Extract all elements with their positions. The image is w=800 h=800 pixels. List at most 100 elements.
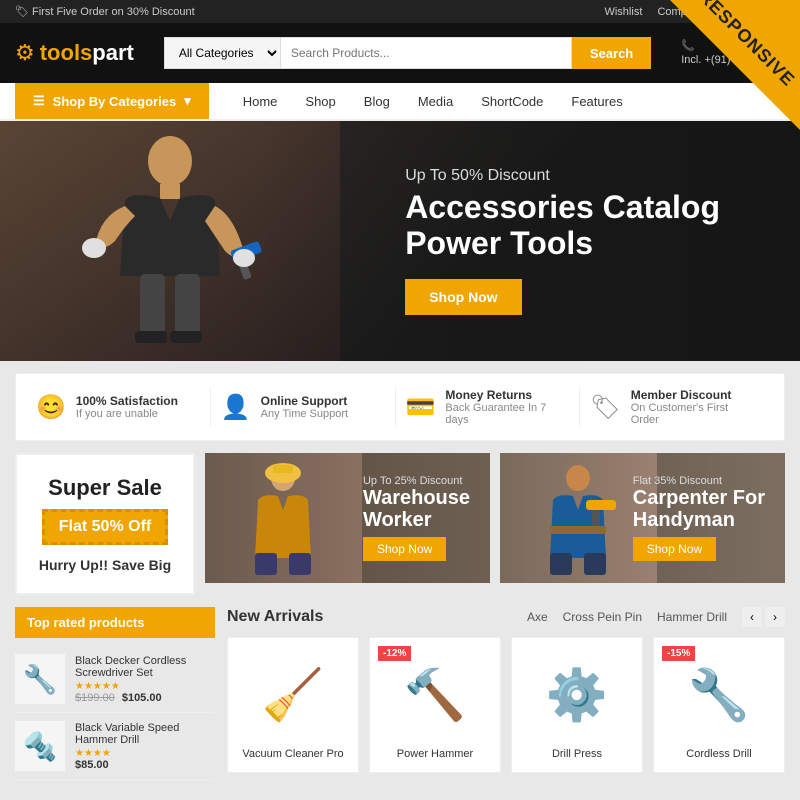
rated-item-1-img: 🔩 <box>15 721 65 771</box>
rated-item-1[interactable]: 🔩 Black Variable Speed Hammer Drill ★★★★… <box>15 713 215 780</box>
carpenter-banner-bg: Flat 35% Discount Carpenter For Handyman… <box>500 453 785 583</box>
product-1-name: Power Hammer <box>382 748 488 760</box>
rated-item-0[interactable]: 🔧 Black Decker Cordless Screwdriver Set … <box>15 646 215 713</box>
product-0-name: Vacuum Cleaner Pro <box>240 748 346 760</box>
rated-item-0-info: Black Decker Cordless Screwdriver Set ★★… <box>75 655 215 704</box>
chevron-down-icon: ▾ <box>184 93 191 109</box>
rated-item-1-name: Black Variable Speed Hammer Drill <box>75 722 215 746</box>
rated-item-0-new-price: $105.00 <box>122 692 162 704</box>
shop-by-cat-label: Shop By Categories <box>53 94 177 109</box>
feature-support-desc: Any Time Support <box>261 408 348 420</box>
cordless-drill-icon: 🔧 <box>688 666 750 725</box>
arrivals-next-button[interactable]: › <box>765 607 785 627</box>
hamburger-icon: ☰ <box>33 93 45 109</box>
top-rated-header: Top rated products <box>15 607 215 638</box>
rated-item-1-price: $85.00 <box>75 759 215 771</box>
nav-features[interactable]: Features <box>557 84 636 119</box>
sale-sub: Hurry Up!! Save Big <box>39 557 171 573</box>
top-rated-products: Top rated products 🔧 Black Decker Cordle… <box>15 607 215 780</box>
screwdriver-icon: 🔧 <box>23 663 58 696</box>
feature-discount-desc: On Customer's First Order <box>631 402 749 426</box>
warehouse-cta-button[interactable]: Shop Now <box>363 537 446 561</box>
product-0-img: 🧹 <box>240 650 346 740</box>
wishlist-link[interactable]: Wishlist <box>604 6 642 18</box>
hammer-drill-icon: 🔩 <box>23 730 58 763</box>
nav-media[interactable]: Media <box>404 84 467 119</box>
search-bar: All Categories Search <box>164 37 651 69</box>
rated-item-1-stars: ★★★★ <box>75 748 215 759</box>
super-sale-banner: Super Sale Flat 50% Off Hurry Up!! Save … <box>15 453 195 595</box>
product-3-name: Cordless Drill <box>666 748 772 760</box>
logo[interactable]: ⚙ toolspart <box>15 40 134 66</box>
hero-cta-button[interactable]: Shop Now <box>405 279 521 315</box>
rated-item-0-stars: ★★★★★ <box>75 681 215 692</box>
warehouse-subtitle: Up To 25% Discount <box>363 475 470 487</box>
feature-satisfaction-title: 100% Satisfaction <box>76 394 178 408</box>
feature-satisfaction: 😊 100% Satisfaction If you are unable <box>36 388 211 426</box>
feature-support-title: Online Support <box>261 394 348 408</box>
product-card-3[interactable]: -15% 🔧 Cordless Drill <box>653 637 785 773</box>
carpenter-worker-svg <box>528 458 628 583</box>
hero-title-line2: Power Tools <box>405 226 720 261</box>
warehouse-banner[interactable]: Up To 25% Discount Warehouse Worker Shop… <box>205 453 490 583</box>
sale-badge: Flat 50% Off <box>42 509 168 545</box>
tab-hammer-drill[interactable]: Hammer Drill <box>657 610 727 624</box>
tab-axe[interactable]: Axe <box>527 610 548 624</box>
shop-by-categories[interactable]: ☰ Shop By Categories ▾ <box>15 83 209 119</box>
rated-item-1-info: Black Variable Speed Hammer Drill ★★★★ $… <box>75 722 215 771</box>
rated-item-0-price: $199.00 $105.00 <box>75 692 215 704</box>
returns-icon: 💳 <box>406 393 436 422</box>
product-card-2[interactable]: ⚙️ Drill Press <box>511 637 643 773</box>
logo-text: toolspart <box>40 40 134 66</box>
carpenter-banner[interactable]: Flat 35% Discount Carpenter For Handyman… <box>500 453 785 583</box>
logo-tools: tools <box>40 40 93 65</box>
arrivals-tabs: Axe Cross Pein Pin Hammer Drill ‹ › <box>527 607 785 627</box>
product-1-img: 🔨 <box>382 650 488 740</box>
products-section: Top rated products 🔧 Black Decker Cordle… <box>0 607 800 792</box>
logo-part: part <box>92 40 134 65</box>
feature-support: 👤 Online Support Any Time Support <box>221 388 396 426</box>
search-input[interactable] <box>280 37 572 69</box>
product-1-badge: -12% <box>378 646 411 661</box>
search-button[interactable]: Search <box>572 37 651 69</box>
hero-section: Up To 50% Discount Accessories Catalog P… <box>0 121 800 361</box>
hero-subtitle: Up To 50% Discount <box>405 167 720 185</box>
arrivals-title: New Arrivals <box>227 608 323 626</box>
hero-title-line1: Accessories Catalog <box>405 190 720 225</box>
arrivals-prev-button[interactable]: ‹ <box>742 607 762 627</box>
warehouse-promo-text: Up To 25% Discount Warehouse Worker Shop… <box>363 475 470 561</box>
logo-icon: ⚙ <box>15 40 35 66</box>
warehouse-title: Warehouse Worker <box>363 487 470 531</box>
hero-content: Up To 50% Discount Accessories Catalog P… <box>405 167 720 314</box>
category-select[interactable]: All Categories <box>164 37 280 69</box>
carpenter-promo-text: Flat 35% Discount Carpenter For Handyman… <box>633 475 765 561</box>
nav-blog[interactable]: Blog <box>350 84 404 119</box>
product-3-img: 🔧 <box>666 650 772 740</box>
discount-icon: 🏷 <box>590 393 620 422</box>
tab-cross-pein[interactable]: Cross Pein Pin <box>563 610 642 624</box>
new-arrivals: New Arrivals Axe Cross Pein Pin Hammer D… <box>227 607 785 780</box>
nav-links: Home Shop Blog Media ShortCode Features <box>229 84 637 119</box>
rated-item-0-name: Black Decker Cordless Screwdriver Set <box>75 655 215 679</box>
product-card-0[interactable]: 🧹 Vacuum Cleaner Pro <box>227 637 359 773</box>
nav-shop[interactable]: Shop <box>291 84 349 119</box>
feature-returns-title: Money Returns <box>445 388 564 402</box>
support-icon: 👤 <box>221 393 251 422</box>
warehouse-banner-bg: Up To 25% Discount Warehouse Worker Shop… <box>205 453 490 583</box>
hero-title: Accessories Catalog Power Tools <box>405 190 720 260</box>
feature-discount-title: Member Discount <box>631 388 749 402</box>
promo-text: 🏷 First Five Order on 30% Discount <box>15 5 195 18</box>
product-card-1[interactable]: -12% 🔨 Power Hammer <box>369 637 501 773</box>
banners-row: Super Sale Flat 50% Off Hurry Up!! Save … <box>0 453 800 607</box>
carpenter-cta-button[interactable]: Shop Now <box>633 537 716 561</box>
nav-shortcode[interactable]: ShortCode <box>467 84 557 119</box>
drill-press-icon: ⚙️ <box>546 666 608 725</box>
carpenter-title: Carpenter For Handyman <box>633 487 765 531</box>
sale-title: Super Sale <box>48 475 162 501</box>
arrivals-header: New Arrivals Axe Cross Pein Pin Hammer D… <box>227 607 785 627</box>
worker-svg <box>70 126 270 356</box>
features-strip: 😊 100% Satisfaction If you are unable 👤 … <box>15 373 785 441</box>
nav-home[interactable]: Home <box>229 84 292 119</box>
warehouse-worker-svg <box>233 458 333 583</box>
nav-bar: ☰ Shop By Categories ▾ Home Shop Blog Me… <box>0 83 800 121</box>
